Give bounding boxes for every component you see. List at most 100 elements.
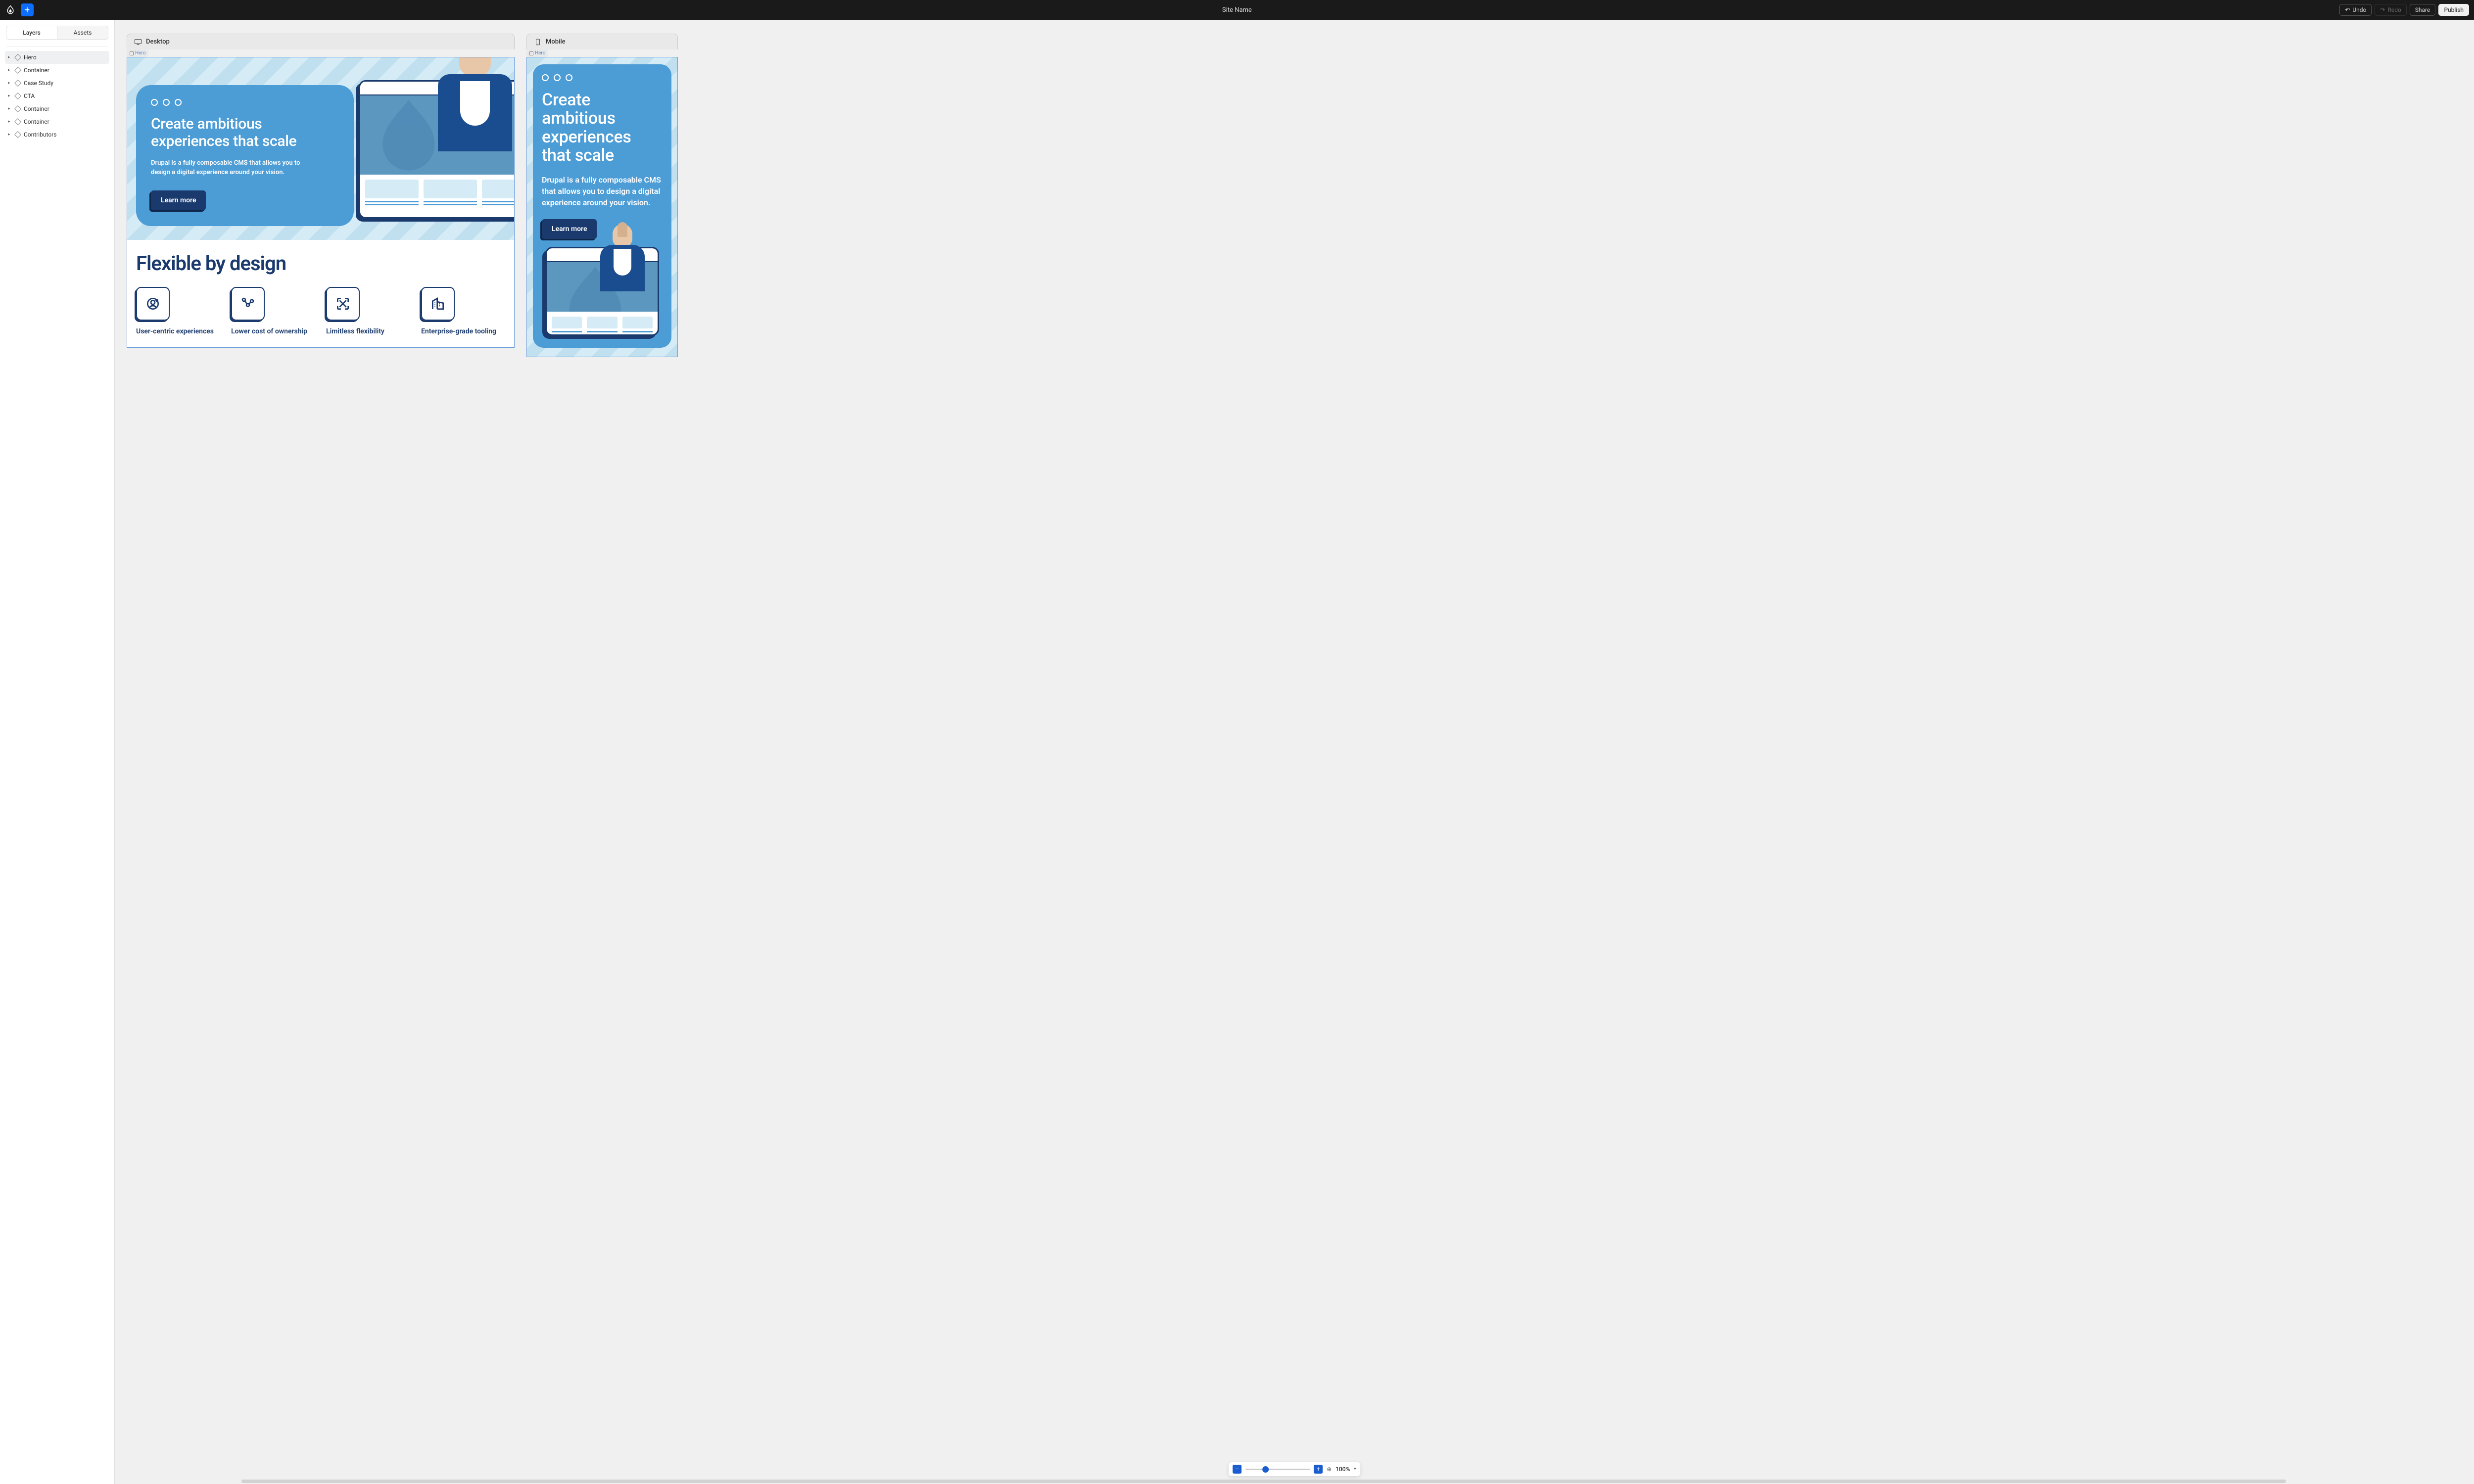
component-icon [14, 54, 21, 61]
zoom-out-button[interactable]: − [1233, 1465, 1241, 1474]
feature-label: Enterprise-grade tooling [421, 327, 505, 335]
chevron-right-icon: ▸ [8, 55, 12, 60]
chevron-right-icon: ▸ [8, 119, 12, 124]
tab-layers[interactable]: Layers [6, 26, 57, 40]
learn-more-button[interactable]: Learn more [151, 190, 206, 210]
zoom-slider[interactable] [1245, 1469, 1310, 1470]
hero-selection-tag[interactable]: Hero [127, 49, 148, 57]
frame-mobile[interactable]: Mobile Hero Create ambitious experiences… [526, 34, 678, 357]
cost-icon [231, 287, 265, 321]
hero-selection-tag[interactable]: Hero [526, 49, 548, 57]
chevron-right-icon: ▸ [8, 132, 12, 137]
feature-item[interactable]: Limitless flexibility [326, 287, 410, 335]
feature-label: Limitless flexibility [326, 327, 410, 335]
flexibility-icon [326, 287, 360, 321]
add-button[interactable]: + [21, 3, 34, 16]
frame-header-mobile[interactable]: Mobile [526, 34, 678, 49]
publish-button[interactable]: Publish [2438, 4, 2469, 16]
zoom-control: − + ⊕ 100% ▾ [1229, 1462, 1360, 1476]
layer-label: Hero [24, 54, 37, 61]
frame-desktop[interactable]: Desktop Hero Create ambitious experience… [127, 34, 515, 348]
hero-section[interactable]: Create ambitious experiences that scale … [127, 57, 514, 240]
hero-title[interactable]: Create ambitious experiences that scale [542, 91, 663, 165]
desktop-icon [134, 39, 142, 46]
feature-item[interactable]: Enterprise-grade tooling [421, 287, 505, 335]
chevron-right-icon: ▸ [8, 106, 12, 111]
layer-item-container[interactable]: ▸ Container [5, 102, 109, 115]
chevron-down-icon[interactable]: ▾ [1354, 1467, 1356, 1472]
layer-item-container[interactable]: ▸ Container [5, 64, 109, 77]
undo-label: Undo [2352, 6, 2366, 13]
component-square-icon [529, 51, 533, 55]
dot-icon [566, 74, 572, 81]
component-icon [14, 105, 21, 112]
hero-title[interactable]: Create ambitious experiences that scale [151, 116, 339, 150]
layer-label: Case Study [24, 80, 53, 87]
enterprise-icon [421, 287, 455, 321]
hero-subtitle[interactable]: Drupal is a fully composable CMS that al… [151, 159, 319, 178]
layer-label: Container [24, 118, 49, 125]
layer-label: CTA [24, 93, 35, 99]
dot-icon [163, 99, 170, 106]
layer-label: Container [24, 67, 49, 74]
frame-label: Mobile [546, 38, 566, 46]
layer-label: Contributors [24, 131, 56, 138]
feature-label: Lower cost of ownership [231, 327, 315, 335]
hero-card[interactable]: Create ambitious experiences that scale … [533, 64, 671, 348]
magnifier-icon: ⊕ [1327, 1466, 1332, 1473]
redo-icon: ↷ [2380, 6, 2385, 13]
redo-button: ↷ Redo [2375, 4, 2406, 16]
layer-list: ▸ Hero ▸ Container ▸ Case Study ▸ CTA ▸ [0, 51, 114, 141]
chevron-right-icon: ▸ [8, 93, 12, 98]
layer-item-case-study[interactable]: ▸ Case Study [5, 77, 109, 90]
zoom-value: 100% [1335, 1466, 1350, 1473]
redo-label: Redo [2387, 6, 2401, 13]
dot-icon [151, 99, 158, 106]
feature-item[interactable]: User-centric experiences [136, 287, 220, 335]
layer-item-contributors[interactable]: ▸ Contributors [5, 128, 109, 141]
hero-subtitle[interactable]: Drupal is a fully composable CMS that al… [542, 174, 663, 209]
component-icon [14, 80, 21, 87]
person-avatar [595, 224, 650, 293]
component-icon [14, 67, 21, 74]
drupal-logo-icon[interactable] [5, 4, 16, 15]
chevron-right-icon: ▸ [8, 68, 12, 73]
canvas[interactable]: Desktop Hero Create ambitious experience… [115, 20, 2474, 1484]
undo-button[interactable]: ↶ Undo [2339, 4, 2372, 16]
layer-item-cta[interactable]: ▸ CTA [5, 90, 109, 102]
hero-image[interactable] [354, 65, 515, 219]
layer-item-container[interactable]: ▸ Container [5, 115, 109, 128]
mobile-icon [534, 39, 542, 46]
horizontal-scrollbar[interactable] [241, 1480, 2286, 1483]
dot-icon [175, 99, 182, 106]
sidebar: Layers Assets ▸ Hero ▸ Container ▸ Case … [0, 20, 115, 1484]
tab-assets[interactable]: Assets [57, 26, 108, 40]
frame-header-desktop[interactable]: Desktop [127, 34, 515, 49]
person-avatar [428, 57, 515, 153]
layer-label: Container [24, 105, 49, 112]
section-title[interactable]: Flexible by design [136, 252, 505, 275]
top-bar: + Site Name ↶ Undo ↷ Redo Share Publish [0, 0, 2474, 20]
component-square-icon [130, 51, 134, 55]
site-title[interactable]: Site Name [1222, 6, 1252, 14]
chevron-right-icon: ▸ [8, 81, 12, 86]
learn-more-button[interactable]: Learn more [542, 219, 597, 239]
frame-label: Desktop [146, 38, 170, 46]
user-centric-icon [136, 287, 170, 321]
layer-item-hero[interactable]: ▸ Hero [5, 51, 109, 64]
hero-image[interactable] [542, 247, 663, 336]
dot-icon [542, 74, 549, 81]
feature-label: User-centric experiences [136, 327, 220, 335]
component-icon [14, 131, 21, 138]
flexible-section[interactable]: Flexible by design User-centric experien… [127, 240, 514, 347]
component-icon [14, 118, 21, 125]
zoom-thumb[interactable] [1262, 1466, 1269, 1473]
hero-card[interactable]: Create ambitious experiences that scale … [136, 85, 354, 226]
feature-item[interactable]: Lower cost of ownership [231, 287, 315, 335]
hero-section-mobile[interactable]: Create ambitious experiences that scale … [527, 57, 677, 357]
share-button[interactable]: Share [2410, 4, 2436, 16]
undo-icon: ↶ [2345, 6, 2350, 13]
dot-icon [554, 74, 561, 81]
component-icon [14, 93, 21, 99]
zoom-in-button[interactable]: + [1314, 1465, 1323, 1474]
